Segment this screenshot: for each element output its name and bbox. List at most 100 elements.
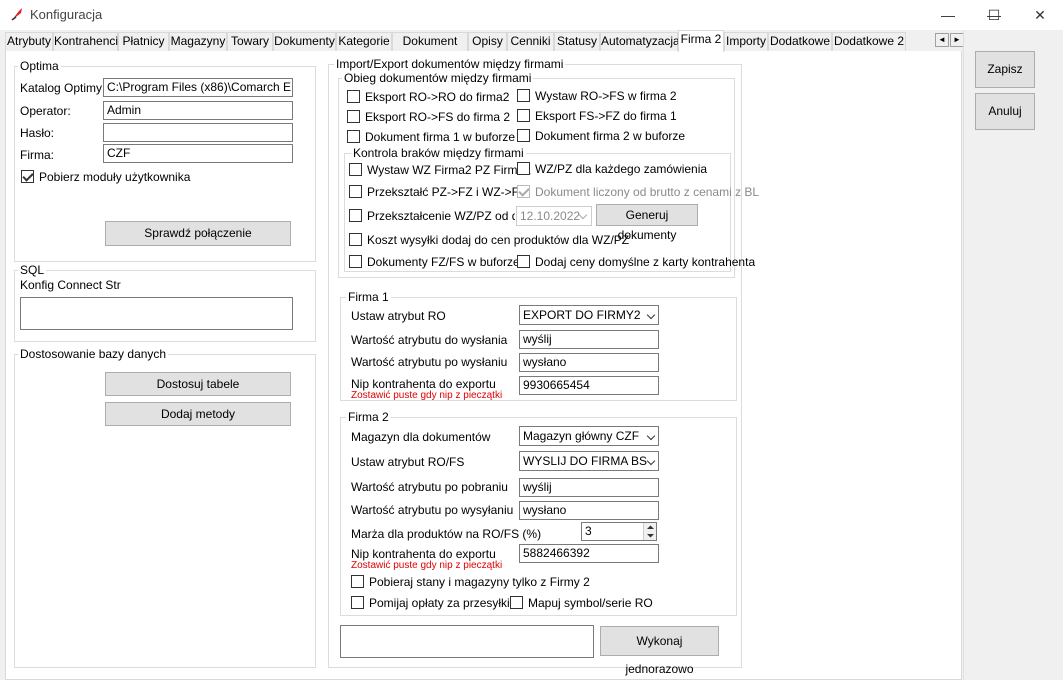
shipping-cost-label: Koszt wysyłki dodaj do cen produktów dla… xyxy=(367,233,630,247)
tab-cenniki[interactable]: Cenniki xyxy=(507,32,554,51)
issue-wz-pz-checkbox[interactable] xyxy=(349,163,362,176)
f2-warehouse-combo[interactable]: Magazyn główny CZF xyxy=(519,426,659,446)
app-feather-icon xyxy=(11,8,22,21)
shipping-cost-checkbox[interactable] xyxy=(349,233,362,246)
window-title: Konfiguracja xyxy=(30,7,103,22)
export-ro-fs-checkbox[interactable] xyxy=(347,110,360,123)
wzpz-each-order-label: WZ/PZ dla każdego zamówienia xyxy=(535,162,708,176)
optima-group-label: Optima xyxy=(18,59,61,73)
default-prices-checkbox[interactable] xyxy=(517,255,530,268)
tab-dodatkowe[interactable]: Dodatkowe xyxy=(768,32,832,51)
map-symbol-checkbox[interactable] xyxy=(510,596,523,609)
close-window-button[interactable]: ✕ xyxy=(1017,0,1063,30)
f2-warehouse-combo-value: Magazyn główny CZF xyxy=(523,429,640,443)
convert-from-date-label: Przekształcenie WZ/PZ od daty xyxy=(367,209,515,223)
tab-dokumenty[interactable]: Dokumenty xyxy=(273,32,336,51)
maximize-window-button[interactable]: ☐ xyxy=(971,0,1017,30)
f2-attr-combo[interactable]: WYSLIJ DO FIRMA BS xyxy=(519,451,659,471)
catalog-label: Katalog Optimy: xyxy=(20,81,106,95)
f2-nip-input[interactable]: 5882466392 xyxy=(519,544,659,563)
issue-ro-fs-checkbox[interactable] xyxy=(517,89,530,102)
f2-nip-note: Zostawić puste gdy nip z pieczątki xyxy=(351,560,503,571)
generate-documents-button[interactable]: Generuj dokumenty xyxy=(596,204,698,242)
load-modules-checkbox[interactable] xyxy=(21,170,34,183)
operator-label: Operator: xyxy=(20,104,71,118)
tab-towary[interactable]: Towary xyxy=(227,32,273,51)
convert-from-date-checkbox[interactable] xyxy=(349,209,362,222)
operator-input[interactable]: Admin xyxy=(103,101,293,120)
tab-kontrahenci[interactable]: Kontrahenci xyxy=(53,32,118,51)
fzfs-buffer-label: Dokumenty FZ/FS w buforze xyxy=(367,255,520,269)
f1-nip-note: Zostawić puste gdy nip z pieczątki xyxy=(351,390,503,401)
password-label: Hasło: xyxy=(20,126,55,140)
tab-dokument-kat[interactable]: Dokument kat xyxy=(392,32,468,65)
add-methods-button[interactable]: Dodaj metody xyxy=(105,402,291,426)
firm-input[interactable]: CZF xyxy=(103,144,293,163)
run-once-button[interactable]: Wykonaj jednorazowo xyxy=(600,626,719,676)
f1-attr-combo-value: EXPORT DO FIRMY2 xyxy=(523,308,641,322)
tab-scroll-right-icon[interactable]: ► xyxy=(950,33,964,47)
tab-scroll-left-icon[interactable]: ◄ xyxy=(935,33,949,47)
export-ro-ro-checkbox[interactable] xyxy=(347,90,360,103)
f1-before-label: Wartość atrybutu do wysłania xyxy=(351,333,508,347)
convert-pz-fz-label: Przekształć PZ->FZ i WZ->FS xyxy=(367,185,528,199)
f2-fetched-label: Wartość atrybutu po pobraniu xyxy=(351,480,508,494)
f1-nip-label: Nip kontrahenta do exportu xyxy=(351,377,496,391)
f2-sent-input[interactable]: wysłano xyxy=(519,501,659,520)
f1-nip-input[interactable]: 9930665454 xyxy=(519,376,659,395)
default-prices-label: Dodaj ceny domyślne z karty kontrahenta xyxy=(535,255,756,269)
tab-platnicy[interactable]: Płatnicy xyxy=(118,32,169,51)
export-fs-fz-checkbox[interactable] xyxy=(517,109,530,122)
f1-after-input[interactable]: wysłano xyxy=(519,353,659,372)
f2-sent-label: Wartość atrybutu po wysyłaniu xyxy=(351,503,514,517)
firma1-group-label: Firma 1 xyxy=(346,290,391,304)
fzfs-buffer-checkbox[interactable] xyxy=(349,255,362,268)
load-modules-label: Pobierz moduły użytkownika xyxy=(39,170,191,184)
stock-firm2-label: Pobieraj stany i magazyny tylko z Firmy … xyxy=(369,575,590,589)
connect-str-input[interactable] xyxy=(20,297,293,330)
check-connection-button[interactable]: Sprawdź połączenie xyxy=(105,221,291,246)
skip-fees-checkbox[interactable] xyxy=(351,596,364,609)
f2-attr-combo-value: WYSLIJ DO FIRMA BS xyxy=(523,454,648,468)
f2-warehouse-label: Magazyn dla dokumentów xyxy=(351,430,491,444)
map-symbol-label: Mapuj symbol/serie RO xyxy=(528,596,653,610)
save-button[interactable]: Zapisz xyxy=(975,51,1035,88)
f1-before-input[interactable]: wyślij xyxy=(519,330,659,349)
firma2-group-label: Firma 2 xyxy=(346,410,391,424)
password-input[interactable] xyxy=(103,123,293,142)
stepper-arrows-icon[interactable] xyxy=(643,523,656,540)
tab-statusy[interactable]: Statusy xyxy=(554,32,600,51)
adjust-tables-button[interactable]: Dostosuj tabele xyxy=(105,372,291,396)
doc-firm1-buffer-checkbox[interactable] xyxy=(347,130,360,143)
minimize-window-button[interactable]: — xyxy=(925,0,971,30)
cancel-button[interactable]: Anuluj xyxy=(975,93,1035,130)
gross-price-label: Dokument liczony od brutto z cenami z BL xyxy=(535,185,760,199)
export-fs-fz-label: Eksport FS->FZ do firma 1 xyxy=(535,109,677,123)
issue-wz-pz-label: Wystaw WZ Firma2 PZ Firma1 xyxy=(367,163,531,177)
tab-opisy[interactable]: Opisy xyxy=(468,32,507,51)
tab-atrybuty[interactable]: Atrybuty xyxy=(5,32,53,51)
export-ro-ro-label: Eksport RO->RO do firma2 xyxy=(365,90,510,104)
doc-flow-group-label: Obieg dokumentów między firmami xyxy=(342,71,534,85)
doc-firm2-buffer-checkbox[interactable] xyxy=(517,129,530,142)
tab-automatyzacja[interactable]: Automatyzacja xyxy=(600,32,680,51)
gross-price-checkbox[interactable] xyxy=(517,185,530,198)
chevron-down-icon xyxy=(646,431,656,441)
wzpz-each-order-checkbox[interactable] xyxy=(517,162,530,175)
tab-dodatkowe-2[interactable]: Dodatkowe 2 xyxy=(832,32,906,51)
catalog-input[interactable]: C:\Program Files (x86)\Comarch ERP Optim… xyxy=(103,78,293,97)
run-once-input[interactable] xyxy=(340,625,594,658)
tab-kategorie[interactable]: Kategorie xyxy=(336,32,392,51)
shortage-control-group-label: Kontrola braków między firmami xyxy=(351,146,526,160)
connect-str-label: Konfig Connect Str xyxy=(20,278,121,292)
f1-attr-combo[interactable]: EXPORT DO FIRMY2 xyxy=(519,305,659,325)
doc-firm1-buffer-label: Dokument firma 1 w buforze xyxy=(365,130,516,144)
tab-importy[interactable]: Importy xyxy=(724,32,768,51)
sql-group-label: SQL xyxy=(18,263,47,277)
doc-firm2-buffer-label: Dokument firma 2 w buforze xyxy=(535,129,686,143)
convert-pz-fz-checkbox[interactable] xyxy=(349,185,362,198)
f2-fetched-input[interactable]: wyślij xyxy=(519,478,659,497)
tab-firma-2[interactable]: Firma 2 xyxy=(678,30,724,52)
tab-magazyny[interactable]: Magazyny xyxy=(169,32,227,51)
stock-firm2-checkbox[interactable] xyxy=(351,575,364,588)
